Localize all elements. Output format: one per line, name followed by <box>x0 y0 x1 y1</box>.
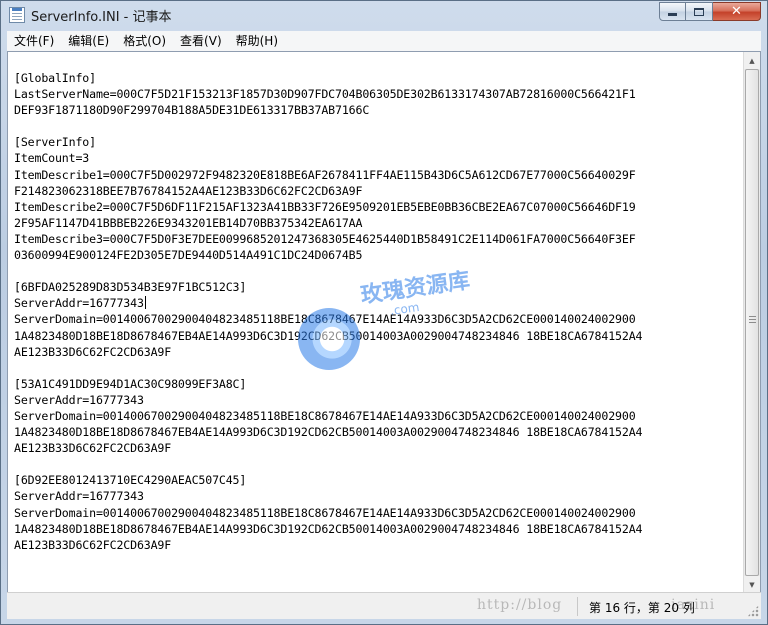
cursor-position: 第 16 行，第 20 列 <box>589 601 695 615</box>
minimize-button[interactable] <box>659 2 686 21</box>
minimize-icon <box>668 12 677 16</box>
text-line: ItemCount=3 <box>14 151 90 166</box>
status-divider <box>577 597 578 616</box>
menu-view[interactable]: 查看(V) <box>173 31 229 51</box>
text-line: [6BFDA025289D83D534B3E97F1BC512C3] <box>14 280 247 295</box>
text-line: [ServerInfo] <box>14 135 96 150</box>
text-line: 1A4823480D18BE18D8678467EB4AE14A993D6C3D… <box>14 425 643 440</box>
text-line: 2F95AF1147D41BBBEB226E9343201EB14D70BB37… <box>14 215 363 230</box>
close-button[interactable]: ✕ <box>713 2 761 21</box>
text-line: [6D92EE8012413710EC4290AEAC507C45] <box>14 473 247 488</box>
window-controls: ✕ <box>659 2 761 21</box>
maximize-icon <box>694 7 704 16</box>
text-line: LastServerName=000C7F5D21F153213F1857D30… <box>14 87 636 102</box>
menu-bar: 文件(F) 编辑(E) 格式(O) 查看(V) 帮助(H) <box>7 31 761 51</box>
text-editor[interactable]: [GlobalInfo] LastServerName=000C7F5D21F15… <box>7 51 761 592</box>
thumb-grip-icon <box>749 316 756 324</box>
text-line: ServerAddr=16777343 <box>14 392 144 407</box>
notepad-icon[interactable] <box>9 7 25 23</box>
vertical-scrollbar[interactable]: ▲ ▼ <box>743 52 760 592</box>
text-line: 03600994E900124FE2D305E7DE9440D514A491C1… <box>14 248 363 263</box>
text-line: AE123B33D6C62FC2CD63A9F <box>14 344 172 359</box>
text-line: ItemDescribe3=000C7F5D0F3E7DEE0099685201… <box>14 231 636 246</box>
resize-grip-icon[interactable] <box>747 605 759 617</box>
text-line: [GlobalInfo] <box>14 71 96 85</box>
text-line: ItemDescribe1=000C7F5D002972F9482320E818… <box>14 167 636 182</box>
text-line: ServerDomain=00140067002900404823485118B… <box>14 505 636 520</box>
text-line: ServerAddr=16777343 <box>14 489 144 504</box>
text-line: ServerDomain=00140067002900404823485118B… <box>14 408 636 423</box>
scrollbar-thumb[interactable] <box>745 69 759 576</box>
chevron-up-icon[interactable]: ▲ <box>744 52 760 69</box>
menu-help[interactable]: 帮助(H) <box>229 31 285 51</box>
text-line <box>14 118 744 134</box>
maximize-button[interactable] <box>686 2 713 21</box>
text-line: DEF93F1871180D90F299704B188A5DE31DE61331… <box>14 103 370 118</box>
window-title: ServerInfo.INI - 记事本 <box>31 10 172 25</box>
text-line: 1A4823480D18BE18D8678467EB4AE14A993D6C3D… <box>14 328 643 343</box>
text-line: ServerAddr=16777343 <box>14 296 146 311</box>
title-bar[interactable]: ServerInfo.INI - 记事本 ✕ <box>1 1 767 29</box>
text-line <box>14 360 744 376</box>
text-line: F214823062318BEE7B76784152A4AE123B33D6C6… <box>14 183 363 198</box>
document-text[interactable]: [GlobalInfo] LastServerName=000C7F5D21F15… <box>8 52 744 592</box>
text-line: ItemDescribe2=000C7F5D6DF11F215AF1323A41… <box>14 199 636 214</box>
text-line: 1A4823480D18BE18D8678467EB4AE14A993D6C3D… <box>14 521 643 536</box>
close-icon: ✕ <box>731 4 742 19</box>
menu-edit[interactable]: 编辑(E) <box>61 31 116 51</box>
menu-file[interactable]: 文件(F) <box>7 31 61 51</box>
text-line: AE123B33D6C62FC2CD63A9F <box>14 441 172 456</box>
text-line: [53A1C491DD9E94D1AC30C98099EF3A8C] <box>14 376 247 391</box>
notepad-window: ServerInfo.INI - 记事本 ✕ 文件(F) 编辑(E) 格式(O)… <box>0 0 768 625</box>
chevron-down-icon[interactable]: ▼ <box>744 576 760 592</box>
text-line: ServerDomain=00140067002900404823485118B… <box>14 312 636 327</box>
text-line: AE123B33D6C62FC2CD63A9F <box>14 537 172 552</box>
text-caret <box>144 296 146 310</box>
menu-format[interactable]: 格式(O) <box>116 31 173 51</box>
text-line <box>14 456 744 472</box>
text-line <box>14 263 744 279</box>
status-bar: http://blog-------------------iazini 第 1… <box>7 592 761 619</box>
